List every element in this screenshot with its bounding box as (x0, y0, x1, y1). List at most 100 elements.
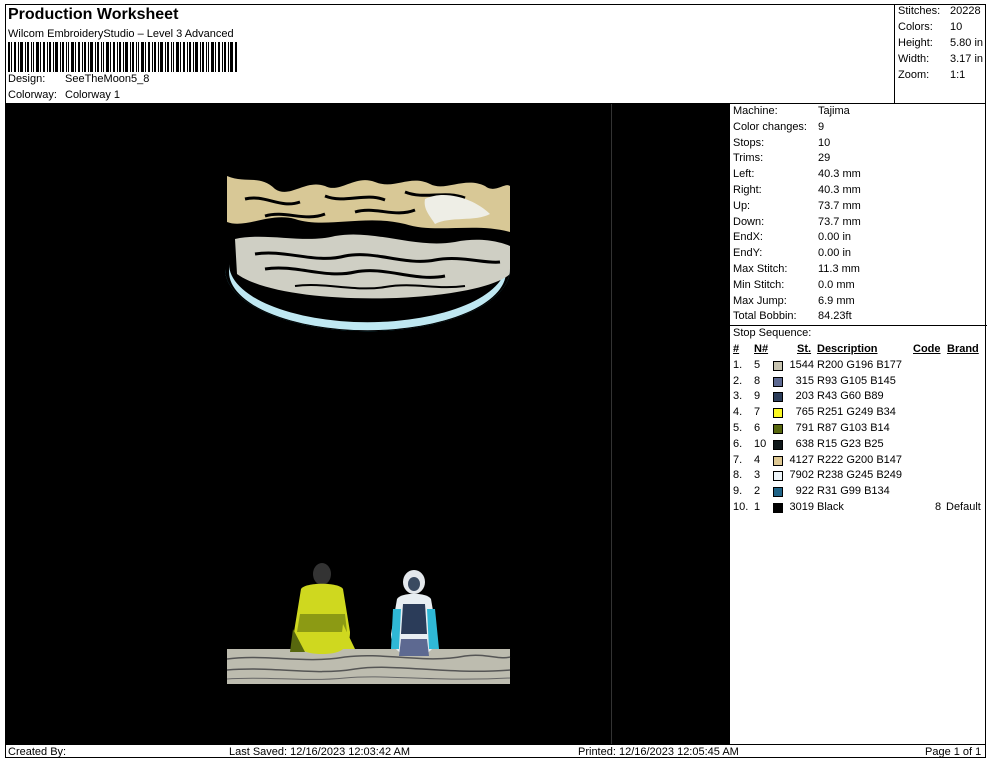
row-num: 5. (733, 421, 743, 434)
embroidery-artwork (225, 174, 511, 684)
table-header: # N# St. Description Code Brand (733, 342, 987, 358)
row-needle: 3 (754, 469, 761, 482)
info-value: 9 (818, 121, 825, 133)
row-stitches: 638 (795, 437, 814, 450)
info-value: 0.0 mm (818, 279, 855, 291)
row-needle: 10 (754, 437, 767, 450)
stop-sequence-table: # N# St. Description Code Brand 1. 5 1544 R… (733, 342, 987, 516)
stat-value: 20228 (950, 5, 981, 17)
row-needle: 7 (754, 406, 761, 419)
row-code: 8 (935, 500, 942, 513)
created-by: Created By: (8, 746, 67, 758)
info-label: Color changes: (733, 121, 807, 133)
row-needle: 5 (754, 358, 761, 371)
row-stitches: 7902 (789, 469, 814, 482)
col-num-header: # (733, 343, 740, 355)
info-value: 0.00 in (818, 247, 852, 259)
software-name: Wilcom EmbroideryStudio – Level 3 Advanc… (8, 28, 234, 40)
row-description: R31 G99 B134 (817, 485, 890, 498)
col-code-header: Code (913, 343, 941, 355)
row-description: R251 G249 B34 (817, 406, 896, 419)
color-swatch (773, 439, 783, 450)
row-description: R200 G196 B177 (817, 358, 903, 371)
info-value: 73.7 mm (818, 200, 861, 212)
color-swatch (773, 455, 783, 466)
info-value: 10 (818, 137, 831, 149)
row-num: 6. (733, 437, 743, 450)
design-stats-panel: Stitches: 20228 Colors: 10 Height: 5.80 in … (894, 4, 987, 104)
colorway-value: Colorway 1 (65, 89, 121, 101)
info-label: EndY: (733, 247, 763, 259)
stat-label: Colors: (898, 21, 933, 33)
info-label: EndX: (733, 231, 763, 243)
table-row: 9. 2 922 R31 G99 B134 (733, 484, 987, 500)
col-stitches-header: St. (797, 343, 812, 355)
row-num: 3. (733, 390, 743, 403)
footer-bar: Created By: Last Saved: 12/16/2023 12:03… (5, 744, 986, 759)
row-stitches: 3019 (789, 500, 814, 513)
row-description: Black (817, 500, 844, 513)
row-description: R222 G200 B147 (817, 453, 903, 466)
info-label: Total Bobbin: (733, 310, 797, 322)
stat-label: Stitches: (898, 5, 941, 17)
row-stitches: 315 (795, 374, 814, 387)
row-description: R93 G105 B145 (817, 374, 896, 387)
info-value: 6.9 mm (818, 295, 855, 307)
color-swatch (773, 360, 783, 371)
col-description-header: Description (817, 343, 878, 355)
row-stitches: 791 (795, 421, 814, 434)
info-label: Up: (733, 200, 751, 212)
row-needle: 8 (754, 374, 761, 387)
info-label: Stops: (733, 137, 765, 149)
info-value: 40.3 mm (818, 168, 861, 180)
info-value: 11.3 mm (818, 263, 860, 275)
moon-artwork (225, 176, 510, 332)
stat-value: 1:1 (950, 69, 966, 81)
info-value: 0.00 in (818, 231, 852, 243)
printed-date: Printed: 12/16/2023 12:05:45 AM (578, 746, 739, 758)
col-needle-header: N# (754, 343, 769, 355)
table-row: 5. 6 791 R87 G103 B14 (733, 421, 987, 437)
moon-top-edge (225, 174, 510, 176)
last-saved: Last Saved: 12/16/2023 12:03:42 AM (229, 746, 411, 758)
table-row: 1. 5 1544 R200 G196 B177 (733, 358, 987, 374)
color-swatch (773, 487, 783, 498)
row-needle: 4 (754, 453, 761, 466)
table-row: 7. 4 4127 R222 G200 B147 (733, 453, 987, 469)
table-row: 2. 8 315 R93 G105 B145 (733, 374, 987, 390)
row-description: R43 G60 B89 (817, 390, 884, 403)
table-row: 8. 3 7902 R238 G245 B249 (733, 468, 987, 484)
color-swatch (773, 376, 783, 387)
page-number: Page 1 of 1 (925, 746, 982, 758)
row-stitches: 1544 (789, 358, 814, 371)
row-needle: 6 (754, 421, 761, 434)
row-needle: 9 (754, 390, 761, 403)
row-num: 4. (733, 406, 743, 419)
row-needle: 1 (754, 500, 761, 513)
row-num: 9. (733, 485, 743, 498)
info-label: Right: (733, 184, 762, 196)
info-label: Left: (733, 168, 755, 180)
info-label: Max Stitch: (733, 263, 788, 275)
row-needle: 2 (754, 485, 761, 498)
row-num: 7. (733, 453, 743, 466)
stat-value: 3.17 in (950, 53, 984, 65)
color-swatch (773, 502, 783, 513)
worksheet-title: Production Worksheet (8, 6, 179, 23)
table-row: 6. 10 638 R15 G23 B25 (733, 437, 987, 453)
design-preview (5, 104, 729, 744)
col-brand-header: Brand (947, 343, 979, 355)
colorway-label: Colorway: (8, 89, 57, 101)
row-brand: Default (946, 500, 981, 513)
row-num: 1. (733, 358, 743, 371)
design-label: Design: (8, 73, 46, 85)
color-swatch (773, 423, 783, 434)
row-num: 8. (733, 469, 743, 482)
info-label: Trims: (733, 152, 764, 164)
row-stitches: 765 (795, 406, 814, 419)
info-value: 73.7 mm (818, 216, 861, 228)
table-row: 4. 7 765 R251 G249 B34 (733, 405, 987, 421)
info-label: Machine: (733, 105, 778, 117)
stat-value: 5.80 in (950, 37, 984, 49)
info-value: Tajima (818, 105, 850, 117)
